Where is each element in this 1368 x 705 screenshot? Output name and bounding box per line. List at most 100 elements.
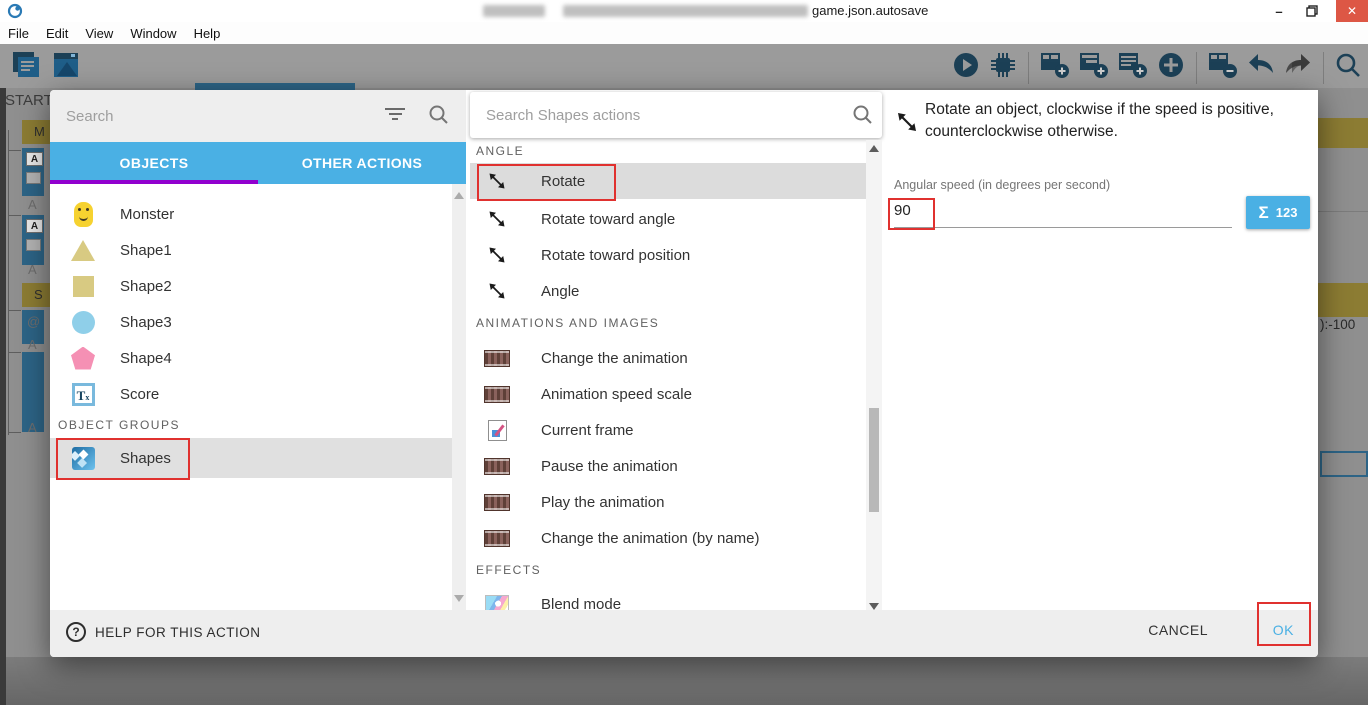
filmstrip-icon xyxy=(482,385,512,403)
close-button[interactable]: ✕ xyxy=(1336,0,1368,22)
object-row-shape4[interactable]: Shape4 xyxy=(50,340,452,376)
search-toolbar-icon[interactable] xyxy=(1334,51,1362,84)
group-row-shapes[interactable]: Shapes xyxy=(50,438,452,478)
add-event-icon[interactable] xyxy=(1039,50,1071,85)
add-circle-icon[interactable] xyxy=(1156,50,1186,85)
rotate-icon xyxy=(482,171,512,191)
scroll-down-icon[interactable] xyxy=(454,595,464,602)
menubar: File Edit View Window Help xyxy=(0,22,1368,44)
undo-icon[interactable] xyxy=(1246,52,1276,84)
minimize-button[interactable]: – xyxy=(1264,0,1294,22)
object-label: Shape1 xyxy=(120,241,172,259)
filter-icon[interactable] xyxy=(384,108,406,124)
scroll-up-icon[interactable] xyxy=(869,145,879,152)
expression-value-fragment: ):-100 xyxy=(1320,317,1356,332)
help-for-action-button[interactable]: ? HELP FOR THIS ACTION xyxy=(66,622,261,642)
event-header-letter: S xyxy=(34,287,43,302)
delete-event-icon[interactable] xyxy=(1207,50,1239,85)
restore-button[interactable] xyxy=(1296,0,1328,22)
gdevelop-logo-icon xyxy=(7,3,23,24)
object-row-shape1[interactable]: Shape1 xyxy=(50,232,452,268)
redo-icon[interactable] xyxy=(1283,52,1313,84)
help-label: HELP FOR THIS ACTION xyxy=(95,624,261,640)
event-tree-stub xyxy=(8,310,21,311)
menu-help[interactable]: Help xyxy=(194,26,221,41)
menu-window[interactable]: Window xyxy=(130,26,176,41)
action-row-rotate-toward-angle[interactable]: Rotate toward angle xyxy=(470,201,866,237)
section-header-angle: ANGLE xyxy=(476,144,525,158)
scroll-up-icon[interactable] xyxy=(454,192,464,199)
object-label: Shape2 xyxy=(120,277,172,295)
object-row-monster[interactable]: Monster xyxy=(50,196,452,232)
angular-speed-input[interactable] xyxy=(894,196,1044,224)
menu-file[interactable]: File xyxy=(8,26,29,41)
dimmed-bottom-area xyxy=(0,657,1368,705)
add-comment-icon[interactable] xyxy=(1117,50,1149,85)
debugger-icon[interactable] xyxy=(988,50,1018,85)
action-label: Rotate xyxy=(541,172,586,190)
actions-scrollbar[interactable] xyxy=(866,140,882,615)
objects-scrollbar[interactable] xyxy=(452,184,466,610)
panel-edge-fragment xyxy=(0,88,6,705)
play-icon[interactable] xyxy=(951,50,981,85)
action-letter-fragment: A xyxy=(28,420,37,435)
section-header-effects: EFFECTS xyxy=(476,563,542,577)
action-row-pause-animation[interactable]: Pause the animation xyxy=(470,448,866,484)
action-row-animation-speed-scale[interactable]: Animation speed scale xyxy=(470,376,866,412)
objects-search-bar xyxy=(50,90,466,142)
project-manager-icon[interactable] xyxy=(10,50,44,85)
scrollbar-thumb[interactable] xyxy=(869,408,879,512)
search-icon[interactable] xyxy=(428,104,450,131)
actions-panel: ANGLE Rotate Rotate toward angle Rotate … xyxy=(466,90,886,615)
action-label: Rotate toward angle xyxy=(541,210,676,228)
action-label: Rotate toward position xyxy=(541,246,691,264)
object-row-shape3[interactable]: Shape3 xyxy=(50,304,452,340)
scene-editor-icon[interactable] xyxy=(51,50,81,85)
square-icon xyxy=(70,275,96,297)
action-row-angle[interactable]: Angle xyxy=(470,273,866,309)
tab-other-actions[interactable]: OTHER ACTIONS xyxy=(258,142,466,184)
add-subevent-icon[interactable] xyxy=(1078,50,1110,85)
at-fragment: @ xyxy=(27,314,41,329)
cancel-button[interactable]: CANCEL xyxy=(1148,622,1208,638)
toolbar-separator xyxy=(1028,51,1029,84)
search-icon[interactable] xyxy=(852,104,874,131)
tab-objects[interactable]: OBJECTS xyxy=(50,142,258,184)
object-row-score[interactable]: Tx Score xyxy=(50,376,452,412)
rotate-icon xyxy=(895,110,919,139)
toolbar xyxy=(0,44,1368,88)
action-label: Change the animation xyxy=(541,349,688,367)
object-label: Monster xyxy=(120,205,175,223)
event-header-fragment-right xyxy=(1318,118,1368,148)
action-row-change-animation[interactable]: Change the animation xyxy=(470,340,866,376)
expression-editor-button[interactable]: Σ 123 xyxy=(1246,196,1310,229)
titlebar: game.json.autosave – ✕ xyxy=(0,0,1368,22)
scroll-down-icon[interactable] xyxy=(869,603,879,610)
action-row-play-animation[interactable]: Play the animation xyxy=(470,484,866,520)
action-letter-fragment: A xyxy=(28,262,37,277)
menu-edit[interactable]: Edit xyxy=(46,26,68,41)
action-letter-fragment: A xyxy=(28,197,37,212)
action-row-rotate[interactable]: Rotate xyxy=(470,163,866,199)
actions-search-input[interactable] xyxy=(486,101,816,129)
menu-view[interactable]: View xyxy=(85,26,113,41)
filmstrip-icon xyxy=(482,349,512,367)
event-divider-fragment xyxy=(1318,211,1368,212)
objects-search-input[interactable] xyxy=(66,102,366,130)
object-row-shape2[interactable]: Shape2 xyxy=(50,268,452,304)
action-row-change-animation-by-name[interactable]: Change the animation (by name) xyxy=(470,520,866,556)
ok-button[interactable]: OK xyxy=(1273,622,1294,638)
sigma-icon: Σ xyxy=(1258,202,1269,222)
group-label: Shapes xyxy=(120,449,171,467)
help-icon: ? xyxy=(66,622,86,642)
event-tree-stub xyxy=(8,432,21,433)
action-chip-fragment: A xyxy=(26,219,43,233)
action-row-rotate-toward-position[interactable]: Rotate toward position xyxy=(470,237,866,273)
action-label: Current frame xyxy=(541,421,634,439)
scene-tab-label[interactable]: START xyxy=(5,92,53,109)
section-header-animations: ANIMATIONS AND IMAGES xyxy=(476,316,660,330)
action-row-current-frame[interactable]: Current frame xyxy=(470,412,866,448)
actions-search-bar xyxy=(470,92,882,138)
scene-tab-indicator xyxy=(195,83,355,90)
filmstrip-icon xyxy=(482,493,512,511)
